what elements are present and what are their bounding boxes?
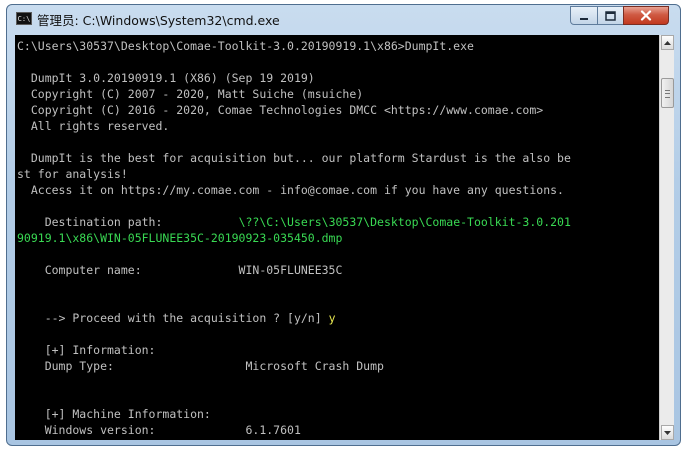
arrow-down-icon	[664, 430, 671, 435]
scroll-up-button[interactable]	[661, 35, 674, 50]
console-line-segment: [+] Information:	[17, 343, 156, 357]
minimize-button[interactable]	[570, 6, 598, 25]
console-line-segment: Access it on https://my.comae.com - info…	[17, 183, 564, 197]
console-line-segment: DumpIt is the best for acquisition but..…	[17, 151, 571, 165]
scroll-down-button[interactable]	[661, 425, 674, 440]
console-text: C:\Users\30537\Desktop\Comae-Toolkit-3.0…	[15, 35, 659, 438]
console-line-segment: 90919.1\x86\WIN-05FLUNEE35C-20190923-035…	[17, 231, 343, 245]
console-output[interactable]: C:\Users\30537\Desktop\Comae-Toolkit-3.0…	[15, 35, 659, 440]
console-app-icon: C:\	[16, 12, 32, 25]
console-line-segment: DumpIt 3.0.20190919.1 (X86) (Sep 19 2019…	[17, 71, 315, 85]
console-line-segment: Destination path:	[17, 215, 239, 229]
scrollbar-thumb[interactable]	[661, 78, 674, 108]
console-line-segment: C:\Users\30537\Desktop\Comae-Toolkit-3.0…	[17, 39, 474, 53]
console-line-segment: Copyright (C) 2007 - 2020, Matt Suiche (…	[17, 87, 364, 101]
close-icon	[640, 10, 652, 21]
minimize-icon	[580, 17, 588, 20]
console-line-segment: Dump Type: Microsoft Crash Dump	[17, 359, 384, 373]
console-line-segment: All rights reserved.	[17, 119, 170, 133]
console-line-segment: Windows version: 6.1.7601	[17, 423, 301, 437]
console-line-segment: \??\C:\Users\30537\Desktop\Comae-Toolkit…	[238, 215, 571, 229]
window-title: 管理员: C:\Windows\System32\cmd.exe	[37, 13, 280, 28]
maximize-icon	[605, 10, 616, 21]
console-line-segment: y	[328, 311, 336, 325]
title-bar[interactable]: C:\ 管理员: C:\Windows\System32\cmd.exe	[7, 5, 680, 33]
cmd-window: C:\ 管理员: C:\Windows\System32\cmd.exe C:\…	[6, 4, 681, 446]
console-line-segment: Computer name: WIN-05FLUNEE35C	[17, 263, 343, 277]
console-line-segment: --> Proceed with the acquisition ? [y/n]	[17, 311, 329, 325]
console-line-segment: Copyright (C) 2016 - 2020, Comae Technol…	[17, 103, 544, 117]
close-button[interactable]	[623, 6, 669, 25]
arrow-up-icon	[664, 40, 671, 45]
console-line-segment: [+] Machine Information:	[17, 407, 211, 421]
vertical-scrollbar[interactable]	[659, 35, 674, 440]
grip-icon	[665, 90, 670, 98]
console-line-segment: st for analysis!	[17, 167, 128, 181]
maximize-button[interactable]	[597, 6, 624, 25]
